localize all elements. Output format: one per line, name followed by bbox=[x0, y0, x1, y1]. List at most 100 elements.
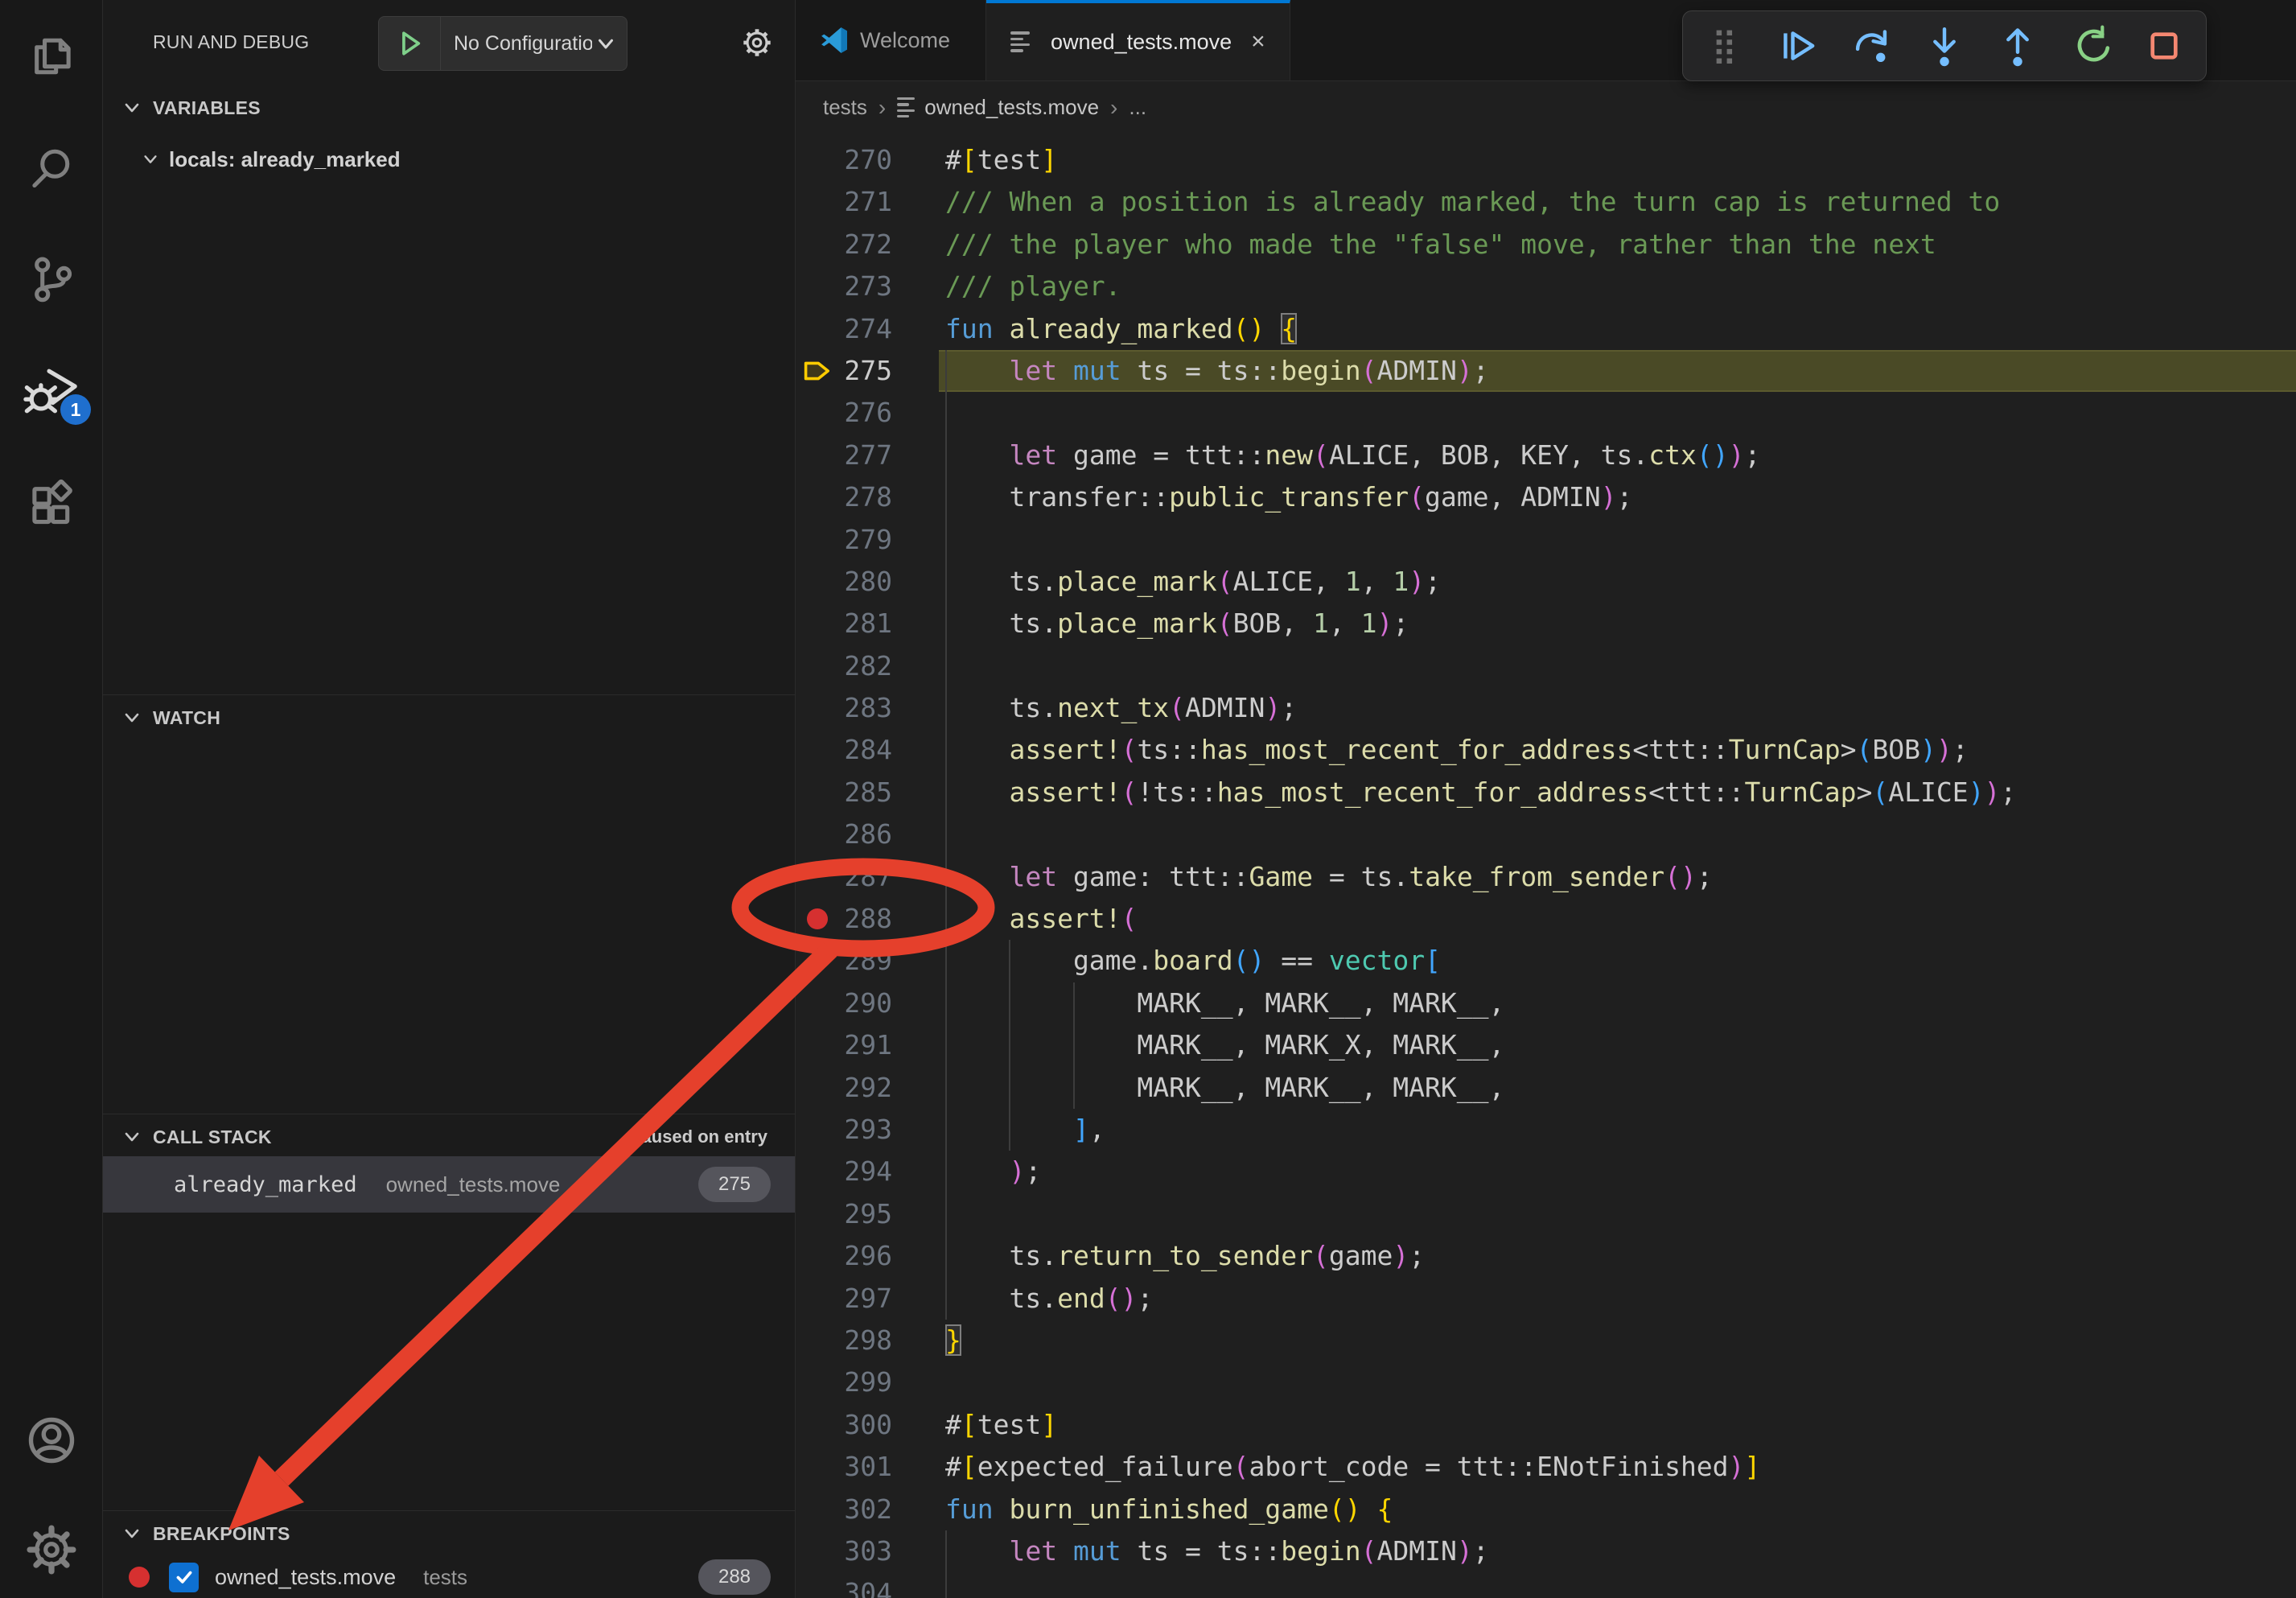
glyph-margin[interactable] bbox=[796, 813, 839, 855]
tab-welcome[interactable]: Welcome bbox=[796, 0, 986, 80]
glyph-margin[interactable] bbox=[796, 1235, 839, 1277]
drag-grip-icon[interactable] bbox=[1701, 22, 1749, 70]
code-text[interactable]: #[test] bbox=[945, 1404, 1057, 1446]
code-text[interactable]: ts.place_mark(BOB, 1, 1); bbox=[945, 603, 1409, 645]
glyph-margin[interactable] bbox=[796, 1361, 839, 1403]
config-dropdown[interactable]: No Configurations bbox=[441, 31, 627, 56]
glyph-margin[interactable] bbox=[796, 561, 839, 603]
glyph-margin[interactable] bbox=[796, 350, 839, 392]
glyph-margin[interactable] bbox=[796, 308, 839, 350]
step-into-button[interactable] bbox=[1920, 22, 1969, 70]
glyph-margin[interactable] bbox=[796, 181, 839, 223]
stop-button[interactable] bbox=[2140, 22, 2188, 70]
glyph-margin[interactable] bbox=[796, 1320, 839, 1361]
search-icon[interactable] bbox=[0, 129, 102, 206]
code-line: 303 let mut ts = ts::begin(ADMIN); bbox=[796, 1530, 2296, 1572]
glyph-margin[interactable] bbox=[796, 1278, 839, 1320]
code-text[interactable]: ); bbox=[945, 1151, 1041, 1192]
code-text[interactable]: let mut ts = ts::begin(ADMIN); bbox=[945, 350, 1489, 392]
close-icon[interactable]: × bbox=[1251, 30, 1265, 54]
glyph-margin[interactable] bbox=[796, 1446, 839, 1488]
code-text[interactable]: /// the player who made the "false" move… bbox=[945, 224, 1936, 266]
code-text[interactable]: ts.return_to_sender(game); bbox=[945, 1235, 1425, 1277]
glyph-margin[interactable] bbox=[796, 645, 839, 687]
debug-settings-gear-icon[interactable] bbox=[737, 23, 777, 63]
breakpoint-checkbox[interactable] bbox=[169, 1563, 199, 1592]
code-text[interactable]: #[test] bbox=[945, 139, 1057, 181]
code-text[interactable]: ], bbox=[945, 1109, 1105, 1151]
code-text[interactable]: MARK__, MARK__, MARK__, bbox=[945, 1067, 1504, 1109]
code-text[interactable]: let game = ttt::new(ALICE, BOB, KEY, ts.… bbox=[945, 435, 1760, 476]
glyph-margin[interactable] bbox=[796, 435, 839, 476]
glyph-margin[interactable] bbox=[796, 1151, 839, 1192]
restart-button[interactable] bbox=[2067, 22, 2115, 70]
code-text[interactable]: #[expected_failure(abort_code = ttt::ENo… bbox=[945, 1446, 1760, 1488]
glyph-margin[interactable] bbox=[796, 1024, 839, 1066]
section-watch[interactable]: WATCH bbox=[103, 697, 795, 739]
code-text[interactable]: /// When a position is already marked, t… bbox=[945, 181, 2000, 223]
start-debug-icon[interactable] bbox=[379, 17, 441, 70]
glyph-margin[interactable] bbox=[796, 982, 839, 1024]
code-text[interactable]: fun burn_unfinished_game() { bbox=[945, 1489, 1393, 1530]
glyph-margin[interactable] bbox=[796, 1109, 839, 1151]
account-icon[interactable] bbox=[0, 1402, 102, 1479]
run-and-debug-icon[interactable]: 1 bbox=[0, 352, 102, 430]
code-text[interactable]: transfer::public_transfer(game, ADMIN); bbox=[945, 476, 1632, 518]
step-out-button[interactable] bbox=[1994, 22, 2042, 70]
explorer-icon[interactable] bbox=[0, 18, 102, 95]
glyph-margin[interactable] bbox=[796, 1530, 839, 1572]
breakpoint-row[interactable]: owned_tests.move tests 288 bbox=[103, 1555, 795, 1598]
extensions-icon[interactable] bbox=[0, 465, 102, 542]
code-text[interactable]: ts.place_mark(ALICE, 1, 1); bbox=[945, 561, 1441, 603]
glyph-margin[interactable] bbox=[796, 856, 839, 898]
section-breakpoints[interactable]: BREAKPOINTS bbox=[103, 1513, 795, 1555]
code-line: 272/// the player who made the "false" m… bbox=[796, 224, 2296, 266]
step-over-button[interactable] bbox=[1847, 22, 1895, 70]
source-control-icon[interactable] bbox=[0, 240, 102, 317]
breakpoint-dot-icon[interactable] bbox=[807, 908, 828, 929]
code-text[interactable]: let game: ttt::Game = ts.take_from_sende… bbox=[945, 856, 1713, 898]
breadcrumb-folder[interactable]: tests bbox=[823, 95, 867, 120]
variables-scope-row[interactable]: locals: already_marked bbox=[103, 137, 795, 182]
glyph-margin[interactable] bbox=[796, 729, 839, 771]
glyph-margin[interactable] bbox=[796, 224, 839, 266]
glyph-margin[interactable] bbox=[796, 266, 839, 307]
chevron-down-icon bbox=[122, 98, 142, 117]
section-variables[interactable]: VARIABLES bbox=[103, 87, 795, 129]
continue-button[interactable] bbox=[1774, 22, 1822, 70]
code-text[interactable]: let mut ts = ts::begin(ADMIN); bbox=[945, 1530, 1489, 1572]
glyph-margin[interactable] bbox=[796, 687, 839, 729]
code-text[interactable]: ts.end(); bbox=[945, 1278, 1153, 1320]
code-text[interactable]: assert!( bbox=[945, 898, 1137, 940]
code-text[interactable]: game.board() == vector[ bbox=[945, 940, 1441, 982]
code-text[interactable]: ts.next_tx(ADMIN); bbox=[945, 687, 1297, 729]
code-text[interactable]: MARK__, MARK__, MARK__, bbox=[945, 982, 1504, 1024]
code-text[interactable]: } bbox=[945, 1320, 961, 1361]
code-text[interactable]: assert!(ts::has_most_recent_for_address<… bbox=[945, 729, 1969, 771]
call-stack-frame-row[interactable]: already_marked owned_tests.move 275 bbox=[103, 1156, 795, 1213]
glyph-margin[interactable] bbox=[796, 1404, 839, 1446]
glyph-margin[interactable] bbox=[796, 519, 839, 561]
code-text[interactable]: fun already_marked() { bbox=[945, 308, 1297, 350]
glyph-margin[interactable] bbox=[796, 898, 839, 940]
breadcrumb-file[interactable]: owned_tests.move bbox=[924, 95, 1099, 120]
settings-gear-icon[interactable] bbox=[0, 1511, 102, 1588]
code-text[interactable]: MARK__, MARK_X, MARK__, bbox=[945, 1024, 1504, 1066]
section-call-stack[interactable]: CALL STACK Paused on entry bbox=[103, 1116, 795, 1158]
glyph-margin[interactable] bbox=[796, 139, 839, 181]
glyph-margin[interactable] bbox=[796, 476, 839, 518]
launch-config-bar[interactable]: No Configurations bbox=[378, 16, 627, 71]
code-text[interactable]: /// player. bbox=[945, 266, 1121, 307]
glyph-margin[interactable] bbox=[796, 603, 839, 645]
glyph-margin[interactable] bbox=[796, 1572, 839, 1598]
glyph-margin[interactable] bbox=[796, 392, 839, 434]
glyph-margin[interactable] bbox=[796, 1193, 839, 1235]
glyph-margin[interactable] bbox=[796, 940, 839, 982]
glyph-margin[interactable] bbox=[796, 1067, 839, 1109]
line-number: 303 bbox=[839, 1530, 892, 1572]
glyph-margin[interactable] bbox=[796, 1489, 839, 1530]
glyph-margin[interactable] bbox=[796, 772, 839, 813]
breadcrumb-more[interactable]: ... bbox=[1129, 95, 1146, 120]
code-text[interactable]: assert!(!ts::has_most_recent_for_address… bbox=[945, 772, 2016, 813]
tab-owned-tests[interactable]: owned_tests.move × bbox=[986, 0, 1290, 80]
